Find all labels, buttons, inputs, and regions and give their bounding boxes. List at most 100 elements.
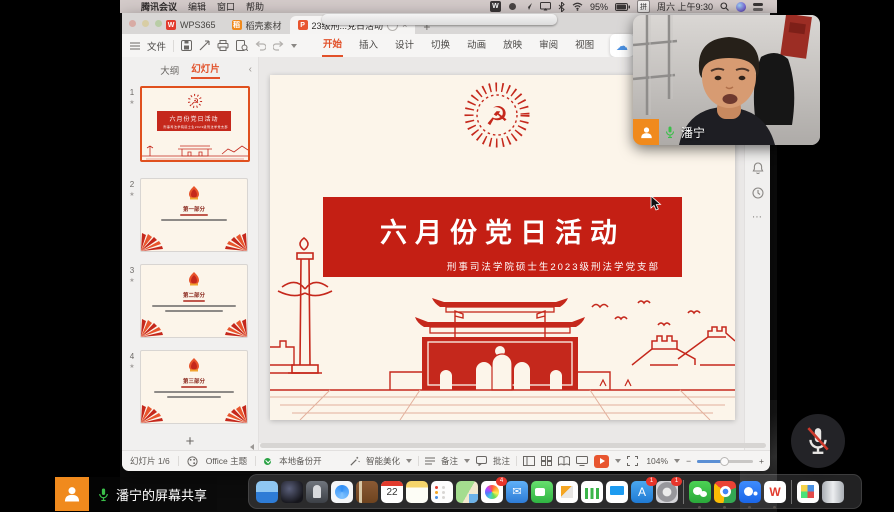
play-slideshow-button[interactable] [594,455,609,468]
slide-title-banner[interactable]: 六月份党日活动 刑事司法学院硕士生2023级刑法学党支部 [323,197,682,277]
slide-thumbnail-3[interactable]: 第二部分 [140,264,248,338]
dock-icon-appstore[interactable]: A1 [631,481,653,503]
theme-palette-icon[interactable] [187,456,198,467]
notes-button[interactable]: 备注 [441,455,458,467]
ribbon-tab-animation[interactable]: 动画 [466,35,487,56]
print-icon[interactable] [217,40,229,51]
normal-view-icon[interactable] [523,456,535,466]
ribbon-tab-design[interactable]: 设计 [394,35,415,56]
tab-outline[interactable]: 大纲 [160,63,179,77]
wifi-icon[interactable] [572,2,583,11]
ribbon-tab-insert[interactable]: 插入 [358,35,379,56]
theme-name[interactable]: Office 主题 [206,455,247,467]
mute-microphone-button[interactable] [791,414,845,468]
dock-icon-mail[interactable]: ✉ [506,481,528,503]
zoom-window-button[interactable] [155,20,162,27]
dock-icon-trash[interactable] [822,481,844,503]
zoom-level[interactable]: 104% [644,456,668,466]
notes-chevron-icon[interactable] [464,459,470,463]
menu-app-name[interactable]: 腾讯会议 [141,0,177,13]
dock-icon-reminders[interactable] [431,481,453,503]
undo-icon[interactable] [255,41,266,51]
spotlight-search-icon[interactable] [720,2,729,11]
ribbon-tab-home[interactable]: 开始 [322,34,343,57]
ribbon-tab-view[interactable]: 视图 [574,35,595,56]
dock-icon-maps[interactable] [456,481,478,503]
horizontal-scrollbar[interactable] [260,443,766,448]
menu-window[interactable]: 窗口 [217,0,235,13]
zoom-chevron-icon[interactable] [674,459,680,463]
zoom-in-button[interactable]: + [759,456,764,466]
slide-sorter-icon[interactable] [541,456,552,466]
dock-icon-meeting[interactable] [739,481,761,503]
participant-video[interactable]: 潘宁 [633,15,820,145]
status-dot-icon[interactable] [508,2,517,11]
dock-icon-facetime[interactable] [531,481,553,503]
screen-mirroring-icon[interactable] [540,2,551,11]
dock-icon-chrome[interactable] [714,481,736,503]
quickbar-chevron-icon[interactable] [291,44,297,48]
control-center-icon[interactable] [753,3,763,11]
hamburger-menu-icon[interactable] [130,42,140,50]
dock-icon-notes[interactable] [406,481,428,503]
input-method-icon[interactable]: 拼 [637,0,650,13]
dock-icon-files[interactable] [797,481,819,503]
history-clock-icon[interactable] [752,187,764,199]
tab-slides[interactable]: 幻灯片 [191,61,220,79]
add-slide-button[interactable]: + [122,433,258,450]
menubar-clock[interactable]: 周六 上午9:30 [657,0,713,13]
zoom-slider[interactable] [697,460,753,463]
dock-icon-settings[interactable]: 1 [656,481,678,503]
ribbon-tab-transition[interactable]: 切换 [430,35,451,56]
ribbon-tab-review[interactable]: 审阅 [538,35,559,56]
dock-icon-wechat[interactable] [689,481,711,503]
presenter-view-icon[interactable] [576,456,588,466]
siri-icon[interactable] [736,2,746,12]
minimized-window-pill[interactable] [322,14,557,25]
slide-thumbnail-4[interactable]: 第三部分 [140,350,248,424]
dock-icon-keynote[interactable] [606,481,628,503]
play-chevron-icon[interactable] [615,459,621,463]
menu-edit[interactable]: 编辑 [188,0,206,13]
dock-icon-photos[interactable]: 4 [481,481,503,503]
beautify-button[interactable]: 智能美化 [366,455,400,467]
close-window-button[interactable] [129,20,136,27]
ribbon-tab-slideshow[interactable]: 放映 [502,35,523,56]
more-tools-icon[interactable]: ⋯ [752,212,763,223]
slide-subtitle[interactable]: 刑事司法学院硕士生2023级刑法学党支部 [323,259,682,273]
export-icon[interactable] [199,40,210,51]
zoom-out-button[interactable]: − [686,456,691,466]
wps-menubar-icon[interactable]: W [490,1,501,12]
window-traffic-lights[interactable] [129,20,162,27]
redo-icon[interactable] [273,41,284,51]
slide-thumbnail-1[interactable]: ☭ 六月份党日活动 刑事司法学院硕士生2023级刑法学党支部 [140,86,250,162]
dock-icon-numbers[interactable] [581,481,603,503]
zoom-slider-knob[interactable] [720,457,729,466]
assistant-bell-icon[interactable] [752,162,764,174]
beautify-chevron-icon[interactable] [406,459,412,463]
location-icon[interactable] [524,2,533,11]
collapse-panel-icon[interactable]: ‹ [249,64,252,75]
dock-icon-calendar[interactable]: 22 [381,481,403,503]
tab-wps365[interactable]: W WPS365 [158,16,224,34]
file-menu-button[interactable]: 文件 [147,39,166,53]
dock-icon-siri[interactable] [281,481,303,503]
slide-title[interactable]: 六月份党日活动 [323,211,682,250]
save-icon[interactable] [181,40,192,51]
notes-icon[interactable] [425,457,435,466]
tab-docer[interactable]: 稻 稻壳素材 [224,16,290,34]
menu-help[interactable]: 帮助 [246,0,264,13]
slide-thumbnail-2[interactable]: 第一部分 [140,178,248,252]
comments-button[interactable]: 批注 [493,455,510,467]
dock-icon-wps[interactable]: W [764,481,786,503]
bluetooth-icon[interactable] [558,2,565,12]
reading-view-icon[interactable] [558,456,570,466]
magic-wand-icon[interactable] [349,456,360,467]
dock-icon-pages[interactable] [556,481,578,503]
dock-icon-finder[interactable] [256,481,278,503]
minimize-window-button[interactable] [142,20,149,27]
cloud-sync-button[interactable]: ☁ [610,34,634,57]
dock-icon-dictionary[interactable] [356,481,378,503]
dock-icon-launchpad[interactable] [306,481,328,503]
dock-icon-safari[interactable] [331,481,353,503]
